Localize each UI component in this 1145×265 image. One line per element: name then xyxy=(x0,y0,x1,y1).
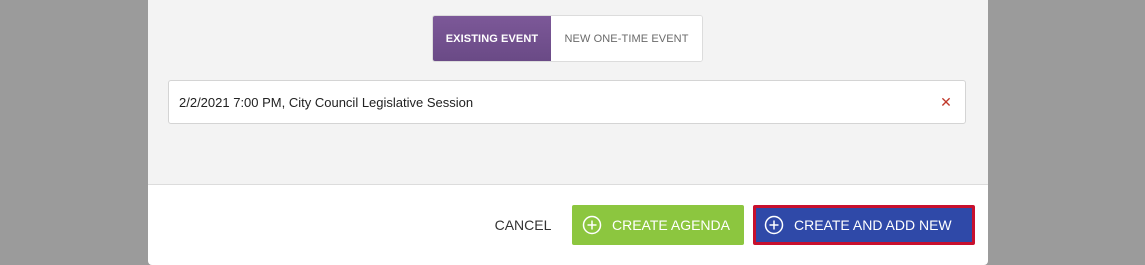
create-and-add-new-label: CREATE AND ADD NEW xyxy=(794,217,952,233)
event-select-field[interactable]: 2/2/2021 7:00 PM, City Council Legislati… xyxy=(168,80,966,124)
plus-circle-icon xyxy=(764,215,784,235)
modal-footer: CANCEL CREATE AGENDA CREATE AND ADD NEW xyxy=(148,205,988,245)
create-and-add-new-button[interactable]: CREATE AND ADD NEW xyxy=(753,205,975,245)
create-agenda-button[interactable]: CREATE AGENDA xyxy=(572,205,744,245)
close-icon[interactable]: ✕ xyxy=(939,95,953,109)
plus-circle-icon xyxy=(582,215,602,235)
create-agenda-modal: EXISTING EVENT NEW ONE-TIME EVENT 2/2/20… xyxy=(148,0,988,265)
modal-body: EXISTING EVENT NEW ONE-TIME EVENT 2/2/20… xyxy=(148,0,988,185)
event-select-value: 2/2/2021 7:00 PM, City Council Legislati… xyxy=(179,94,474,110)
event-type-toggle: EXISTING EVENT NEW ONE-TIME EVENT xyxy=(432,15,703,62)
cancel-button[interactable]: CANCEL xyxy=(488,205,558,245)
create-agenda-label: CREATE AGENDA xyxy=(612,217,730,233)
existing-event-tab[interactable]: EXISTING EVENT xyxy=(433,16,551,61)
new-one-time-event-tab[interactable]: NEW ONE-TIME EVENT xyxy=(551,16,702,61)
